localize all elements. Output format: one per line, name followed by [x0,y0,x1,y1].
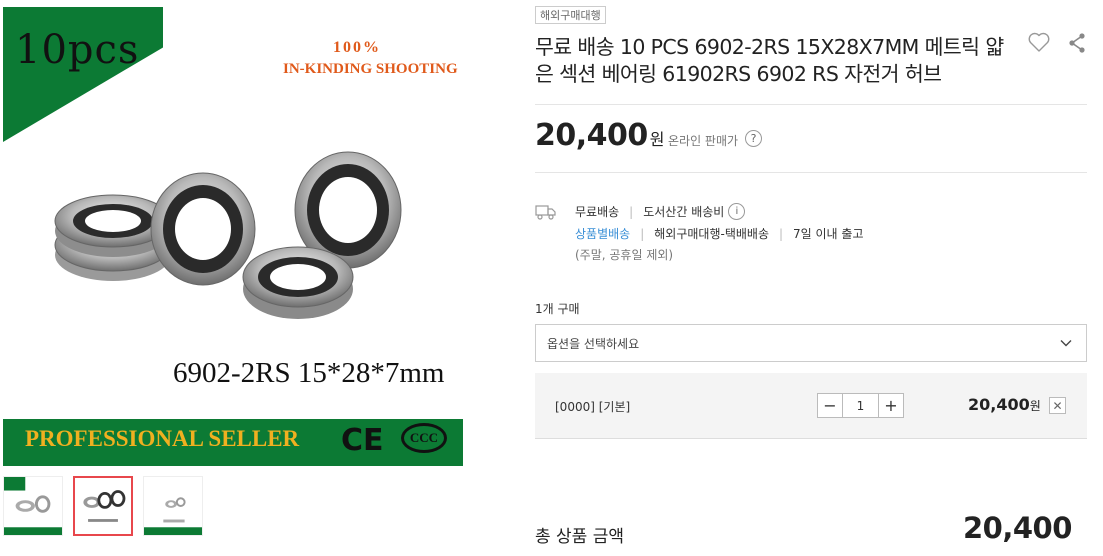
separator: | [640,226,645,241]
option-name: [0000] [기본] [555,400,631,414]
selected-option-row: [0000] [기본] − 1 + 20,400원 ✕ [535,373,1087,439]
shipping-method-row: 상품별배송 | 해외구매대행-택배배송 | 7일 이내 출고 [575,225,864,242]
image-model-text: 6902-2RS 15*28*7mm [173,357,445,389]
thumbnail-image-icon [83,490,126,522]
increase-quantity-button[interactable]: + [878,394,903,417]
thumbnail-1[interactable] [3,476,63,536]
remove-option-button[interactable]: ✕ [1049,397,1066,414]
quantity-stepper: − 1 + [817,393,904,418]
quantity-value[interactable]: 1 [843,394,878,417]
purchase-count-label: 1개 구매 [535,302,580,316]
separator: | [778,226,784,241]
bearings-illustration [54,151,402,319]
help-icon[interactable]: ? [745,130,762,147]
info-icon[interactable]: i [728,203,746,220]
total-price-value: 20,400 [963,511,1072,545]
total-price: 20,400원 [963,511,1087,556]
ccc-mark-icon: CCC [401,423,447,453]
option-select[interactable]: 옵션을 선택하세요 [535,324,1087,362]
main-product-image[interactable]: 10pcs 100% IN-KINDING SHOOTING 6902-2RS … [3,7,463,466]
product-title: 무료 배송 10 PCS 6902-2RS 15X28X7MM 메트릭 얇은 섹… [535,35,1004,86]
free-shipping-text: 무료배송 [575,205,620,219]
shipping-method-text: 해외구매대행-택배배송 [654,227,769,241]
decrease-quantity-button[interactable]: − [818,394,843,417]
option-price-unit: 원 [1029,399,1041,413]
thumbnail-image-icon [4,477,62,535]
island-shipping-fee-text: 도서산간 배송비 [643,205,725,219]
shipping-note: (주말, 공휴일 제외) [575,248,674,262]
dispatch-time-text: 7일 이내 출고 [793,227,864,241]
option-select-placeholder: 옵션을 선택하세요 [547,336,640,351]
option-price-value: 20,400 [968,395,1030,414]
image-seller-text: PROFESSIONAL SELLER [25,426,300,451]
price-value: 20,400 [535,118,648,153]
heart-icon[interactable] [1027,30,1051,54]
divider [535,104,1087,105]
price-unit: 원 [649,130,665,149]
chevron-down-icon [1060,340,1072,347]
overseas-purchase-badge: 해외구매대행 [535,6,606,24]
share-icon[interactable] [1067,32,1087,54]
thumbnail-3[interactable] [143,476,203,536]
separator: | [629,204,634,219]
thumbnail-image-icon [144,497,202,535]
thumbnail-2[interactable] [73,476,133,536]
truck-icon [535,205,556,220]
per-product-shipping-link[interactable]: 상품별배송 [575,225,630,242]
ce-mark-icon: CE [341,423,384,458]
product-price: 20,400 원 [535,118,665,153]
divider [535,172,1087,173]
shipping-fee-row: 무료배송 | 도서산간 배송비 i [575,203,746,220]
total-price-label: 총 상품 금액 [535,527,625,547]
option-price: 20,400원 [968,395,1041,414]
online-price-label: 온라인 판매가 [668,134,739,148]
